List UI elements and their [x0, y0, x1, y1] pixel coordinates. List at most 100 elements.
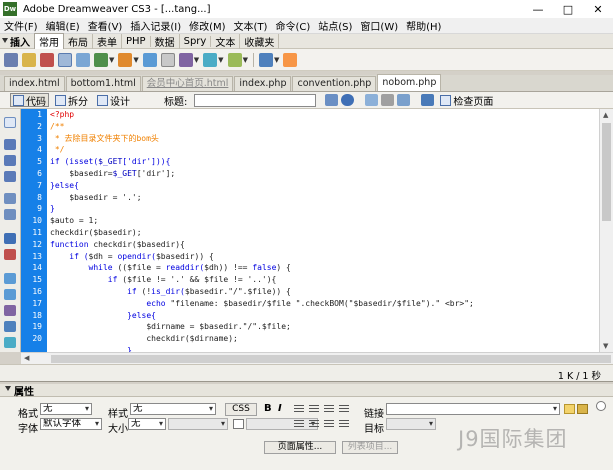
- collapse-tag-icon[interactable]: [4, 139, 16, 150]
- ordered-list-icon[interactable]: [309, 420, 319, 429]
- doc-tab[interactable]: index.php: [234, 76, 292, 91]
- apply-comment-icon[interactable]: [4, 273, 16, 284]
- menu-file[interactable]: 文件(F): [0, 18, 42, 33]
- horizontal-scroll-thumb[interactable]: [51, 355, 611, 363]
- image-dropdown-arrow-icon[interactable]: ▼: [109, 56, 114, 64]
- view-options-icon[interactable]: [381, 94, 395, 106]
- open-documents-icon[interactable]: [4, 117, 16, 128]
- media-dropdown-arrow-icon[interactable]: ▼: [133, 56, 138, 64]
- table-icon[interactable]: [58, 52, 72, 67]
- justify-icon[interactable]: [339, 405, 349, 414]
- insert-tab-layout[interactable]: 布局: [64, 33, 93, 49]
- link-input[interactable]: [386, 403, 560, 415]
- outdent-icon[interactable]: [324, 420, 334, 429]
- select-parent-tag-icon[interactable]: [4, 193, 16, 204]
- menu-edit[interactable]: 编辑(E): [42, 18, 84, 33]
- insert-bar-title[interactable]: 插入: [0, 34, 34, 49]
- close-button[interactable]: ✕: [583, 0, 613, 18]
- collapse-selection-icon[interactable]: [4, 155, 16, 166]
- menu-view[interactable]: 查看(V): [84, 18, 127, 33]
- visual-aids-icon[interactable]: [397, 94, 411, 106]
- title-input[interactable]: [194, 93, 317, 107]
- browse-folder-icon[interactable]: [577, 404, 588, 414]
- align-left-icon[interactable]: [294, 405, 304, 414]
- menu-insert[interactable]: 插入记录(I): [126, 18, 185, 33]
- split-view-button[interactable]: 拆分: [52, 93, 91, 108]
- div-icon[interactable]: [76, 52, 90, 67]
- style-select[interactable]: 无: [130, 403, 216, 415]
- bold-button[interactable]: B: [264, 403, 272, 414]
- doc-tab[interactable]: 会员中心首页.html: [141, 76, 234, 91]
- menu-window[interactable]: 窗口(W): [356, 18, 402, 33]
- image-icon[interactable]: [94, 52, 108, 67]
- insert-tab-data[interactable]: 数据: [151, 33, 180, 49]
- insert-tab-text[interactable]: 文本: [211, 33, 241, 49]
- script-dropdown-arrow-icon[interactable]: ▼: [243, 56, 248, 64]
- doc-tab[interactable]: bottom1.html: [65, 76, 141, 91]
- size-select[interactable]: 无: [128, 418, 166, 430]
- insert-tab-php[interactable]: PHP: [122, 35, 151, 47]
- highlight-invalid-code-icon[interactable]: [4, 249, 16, 260]
- hyperlink-icon[interactable]: [4, 52, 18, 67]
- format-select[interactable]: 无: [40, 403, 92, 415]
- balance-braces-icon[interactable]: [4, 209, 16, 220]
- scroll-down-arrow-icon[interactable]: ▼: [603, 342, 608, 350]
- expand-all-icon[interactable]: [4, 171, 16, 182]
- check-page-button[interactable]: 检查页面: [437, 93, 496, 108]
- vertical-scrollbar[interactable]: ▲ ▼: [599, 109, 613, 352]
- media-icon[interactable]: [118, 52, 133, 67]
- menu-help[interactable]: 帮助(H): [402, 18, 445, 33]
- preview-browser-icon[interactable]: [341, 94, 355, 106]
- code-editor[interactable]: <?php/** * 去除目录文件夹下的bom头 */if (isset($_G…: [47, 109, 599, 352]
- page-properties-button[interactable]: 页面属性...: [264, 441, 336, 454]
- menu-modify[interactable]: 修改(M): [185, 18, 229, 33]
- validate-markup-icon[interactable]: [421, 94, 435, 106]
- font-select[interactable]: 默认字体: [40, 418, 102, 430]
- insert-tab-spry[interactable]: Spry: [180, 35, 212, 47]
- named-anchor-icon[interactable]: [40, 52, 54, 67]
- head-icon[interactable]: [203, 52, 218, 67]
- tag-chooser-icon[interactable]: [283, 52, 298, 67]
- italic-button[interactable]: I: [278, 403, 282, 414]
- menu-site[interactable]: 站点(S): [314, 18, 356, 33]
- code-view-button[interactable]: 代码: [10, 93, 49, 108]
- maximize-button[interactable]: □: [553, 0, 583, 18]
- minimize-button[interactable]: —: [523, 0, 553, 18]
- server-side-include-icon[interactable]: [160, 52, 175, 67]
- menu-text[interactable]: 文本(T): [230, 18, 272, 33]
- insert-tab-favorites[interactable]: 收藏夹: [240, 33, 280, 49]
- help-icon[interactable]: [596, 401, 606, 411]
- doc-tab-active[interactable]: nobom.php: [377, 74, 442, 91]
- insert-tab-common[interactable]: 常用: [34, 33, 64, 49]
- align-right-icon[interactable]: [324, 405, 334, 414]
- refresh-icon[interactable]: [365, 94, 379, 106]
- move-css-icon[interactable]: [4, 337, 16, 348]
- horizontal-scrollbar[interactable]: ◀: [21, 352, 613, 364]
- templates-icon[interactable]: [258, 52, 273, 67]
- vertical-scroll-thumb[interactable]: [602, 123, 611, 221]
- scroll-left-arrow-icon[interactable]: ◀: [24, 354, 29, 362]
- insert-tab-forms[interactable]: 表单: [93, 33, 122, 49]
- comment-icon[interactable]: [178, 52, 193, 67]
- unordered-list-icon[interactable]: [294, 420, 304, 429]
- properties-panel-header[interactable]: 属性: [0, 384, 613, 398]
- design-view-button[interactable]: 设计: [94, 93, 133, 108]
- script-icon[interactable]: [227, 52, 242, 67]
- align-center-icon[interactable]: [309, 405, 319, 414]
- line-numbers-icon[interactable]: [4, 233, 16, 244]
- doc-tab[interactable]: convention.php: [292, 76, 377, 91]
- email-link-icon[interactable]: [22, 52, 36, 67]
- recent-snippets-icon[interactable]: [4, 321, 16, 332]
- remove-comment-icon[interactable]: [4, 289, 16, 300]
- wrap-tag-icon[interactable]: [4, 305, 16, 316]
- head-dropdown-arrow-icon[interactable]: ▼: [218, 56, 223, 64]
- scroll-up-arrow-icon[interactable]: ▲: [603, 111, 608, 119]
- file-management-icon[interactable]: [325, 94, 339, 106]
- comment-dropdown-arrow-icon[interactable]: ▼: [194, 56, 199, 64]
- point-to-file-icon[interactable]: [564, 404, 575, 414]
- templates-dropdown-arrow-icon[interactable]: ▼: [274, 56, 279, 64]
- css-button[interactable]: CSS: [225, 403, 257, 416]
- menu-commands[interactable]: 命令(C): [271, 18, 314, 33]
- date-icon[interactable]: [142, 52, 157, 67]
- doc-tab[interactable]: index.html: [4, 76, 65, 91]
